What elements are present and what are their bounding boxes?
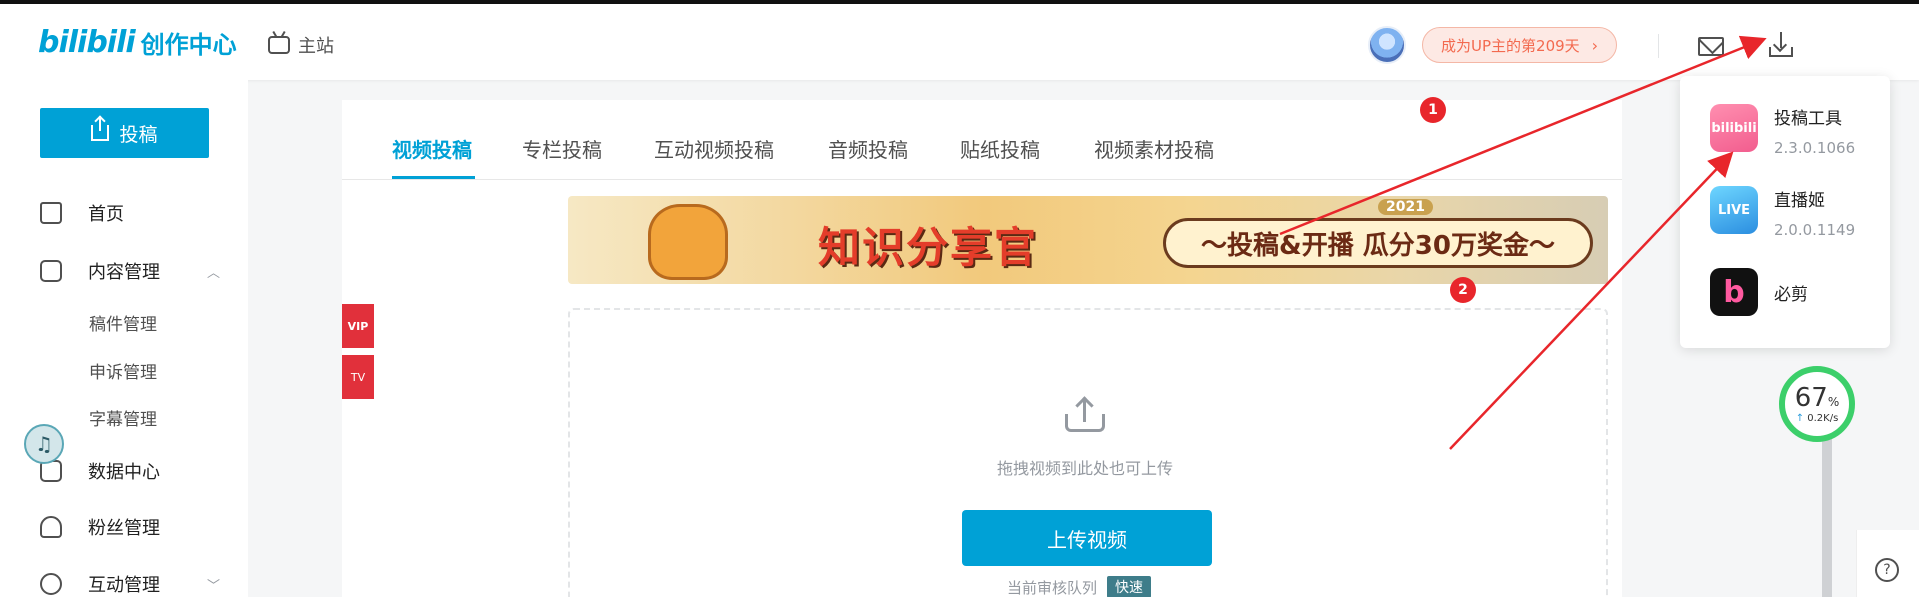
dropdown-item-upload-tool[interactable]: bilibili 投稿工具 2.3.0.1066 <box>1710 104 1855 157</box>
upload-button-label: 投稿 <box>119 123 158 146</box>
vip-badge[interactable]: VIP <box>342 304 374 348</box>
drop-hint: 拖拽视频到此处也可上传 <box>996 459 1173 478</box>
app-version: 2.3.0.1066 <box>1774 139 1856 157</box>
app-name: 必剪 <box>1774 285 1808 305</box>
upload-icon <box>91 117 110 141</box>
bcut-app-icon: b <box>1710 268 1758 316</box>
home-link[interactable]: 主站 <box>268 32 334 58</box>
tab-video[interactable]: 视频投稿 <box>392 134 472 163</box>
tv-badge[interactable]: TV <box>342 355 374 399</box>
content-icon <box>40 260 62 282</box>
tab-interactive-video[interactable]: 互动视频投稿 <box>654 134 774 163</box>
event-banner[interactable]: 知识分享官 2021 〜投稿&开播 瓜分30万奖金〜 <box>568 196 1608 284</box>
sidebar-subitem-subtitles[interactable]: 字幕管理 <box>89 405 157 430</box>
review-queue: 当前审核队列 快速 <box>1007 576 1152 597</box>
queue-status-badge: 快速 <box>1107 576 1152 597</box>
tv-icon <box>268 36 290 54</box>
active-tab-indicator <box>392 176 475 179</box>
tab-audio[interactable]: 音频投稿 <box>828 134 908 163</box>
top-header: bilibili 创作中心 主站 成为UP主的第209天 › <box>0 4 1919 80</box>
annotation-marker-2: 2 <box>1450 277 1476 303</box>
music-float-icon[interactable]: ♫ <box>24 424 64 464</box>
chevron-up-icon: ︿ <box>206 265 220 281</box>
live-tool-app-icon: LIVE <box>1710 186 1758 234</box>
sidebar-item-interaction[interactable]: 互动管理 ﹀ <box>40 571 220 597</box>
chevron-down-icon: ﹀ <box>206 578 220 594</box>
download-dropdown: bilibili 投稿工具 2.3.0.1066 LIVE 直播姬 2.0.0.… <box>1680 76 1890 348</box>
sidebar-item-fans[interactable]: 粉丝管理 <box>40 514 220 540</box>
sidebar-item-data[interactable]: 数据中心 <box>40 458 220 484</box>
app-name: 直播姬 <box>1774 191 1825 211</box>
sidebar-item-label: 内容管理 <box>88 262 160 283</box>
sidebar-subitem-appeals[interactable]: 申诉管理 <box>89 358 157 383</box>
tab-article[interactable]: 专栏投稿 <box>522 134 602 163</box>
home-link-label: 主站 <box>298 36 334 57</box>
banner-title: 知识分享官 <box>818 223 1039 272</box>
chevron-right-icon: › <box>1591 35 1599 55</box>
sidebar-item-label: 首页 <box>88 204 124 225</box>
sidebar-item-home[interactable]: 首页 <box>40 200 220 226</box>
person-icon <box>40 516 62 538</box>
sidebar-item-label: 互动管理 <box>88 575 160 596</box>
app-version: 2.0.0.1149 <box>1774 221 1856 239</box>
percent-unit: % <box>1827 394 1840 409</box>
upload-video-button[interactable]: 上传视频 <box>962 510 1212 566</box>
mail-icon[interactable] <box>1698 37 1724 56</box>
network-speed-widget[interactable]: 67% ↑ 0.2K/s <box>1779 366 1855 442</box>
banner-slogan: 〜投稿&开播 瓜分30万奖金〜 <box>1163 218 1593 268</box>
up-days-label: 成为UP主的第209天 <box>1441 36 1580 55</box>
tab-sticker[interactable]: 贴纸投稿 <box>960 134 1040 163</box>
avatar[interactable] <box>1368 26 1406 64</box>
sidebar-item-label: 数据中心 <box>88 462 160 483</box>
upload-cloud-icon <box>1063 396 1107 434</box>
download-icon[interactable] <box>1768 30 1794 58</box>
home-icon <box>40 202 62 224</box>
arrow-up-icon: ↑ <box>1795 412 1805 424</box>
upload-button[interactable]: 投稿 <box>40 108 209 158</box>
speed-rate: ↑ 0.2K/s <box>1795 412 1839 424</box>
sidebar-item-content[interactable]: 内容管理 ︿ <box>40 258 220 284</box>
queue-label: 当前审核队列 <box>1007 578 1098 597</box>
upload-tool-app-icon: bilibili <box>1710 104 1758 152</box>
dropdown-item-bcut[interactable]: b 必剪 <box>1710 268 1808 316</box>
help-icon[interactable]: ? <box>1875 558 1899 582</box>
mascot-image <box>648 204 728 280</box>
sidebar: 投稿 首页 内容管理 ︿ 稿件管理 申诉管理 字幕管理 数据中心 粉丝管理 互动… <box>0 80 248 597</box>
bilibili-logo[interactable]: bilibili 创作中心 <box>38 24 237 60</box>
sidebar-item-label: 粉丝管理 <box>88 518 160 539</box>
banner-year: 2021 <box>1378 199 1433 215</box>
chat-icon <box>40 573 62 595</box>
header-divider <box>1658 34 1659 58</box>
speed-percent: 67% <box>1794 382 1840 413</box>
sidebar-subitem-manuscripts[interactable]: 稿件管理 <box>89 310 157 335</box>
tab-video-material[interactable]: 视频素材投稿 <box>1094 134 1214 163</box>
app-title: 创作中心 <box>140 30 237 59</box>
up-days-badge[interactable]: 成为UP主的第209天 › <box>1422 27 1618 63</box>
logo-text: bilibili <box>38 24 136 60</box>
annotation-marker-1: 1 <box>1420 97 1446 123</box>
dropdown-item-live-tool[interactable]: LIVE 直播姬 2.0.0.1149 <box>1710 186 1855 239</box>
app-name: 投稿工具 <box>1774 109 1842 129</box>
